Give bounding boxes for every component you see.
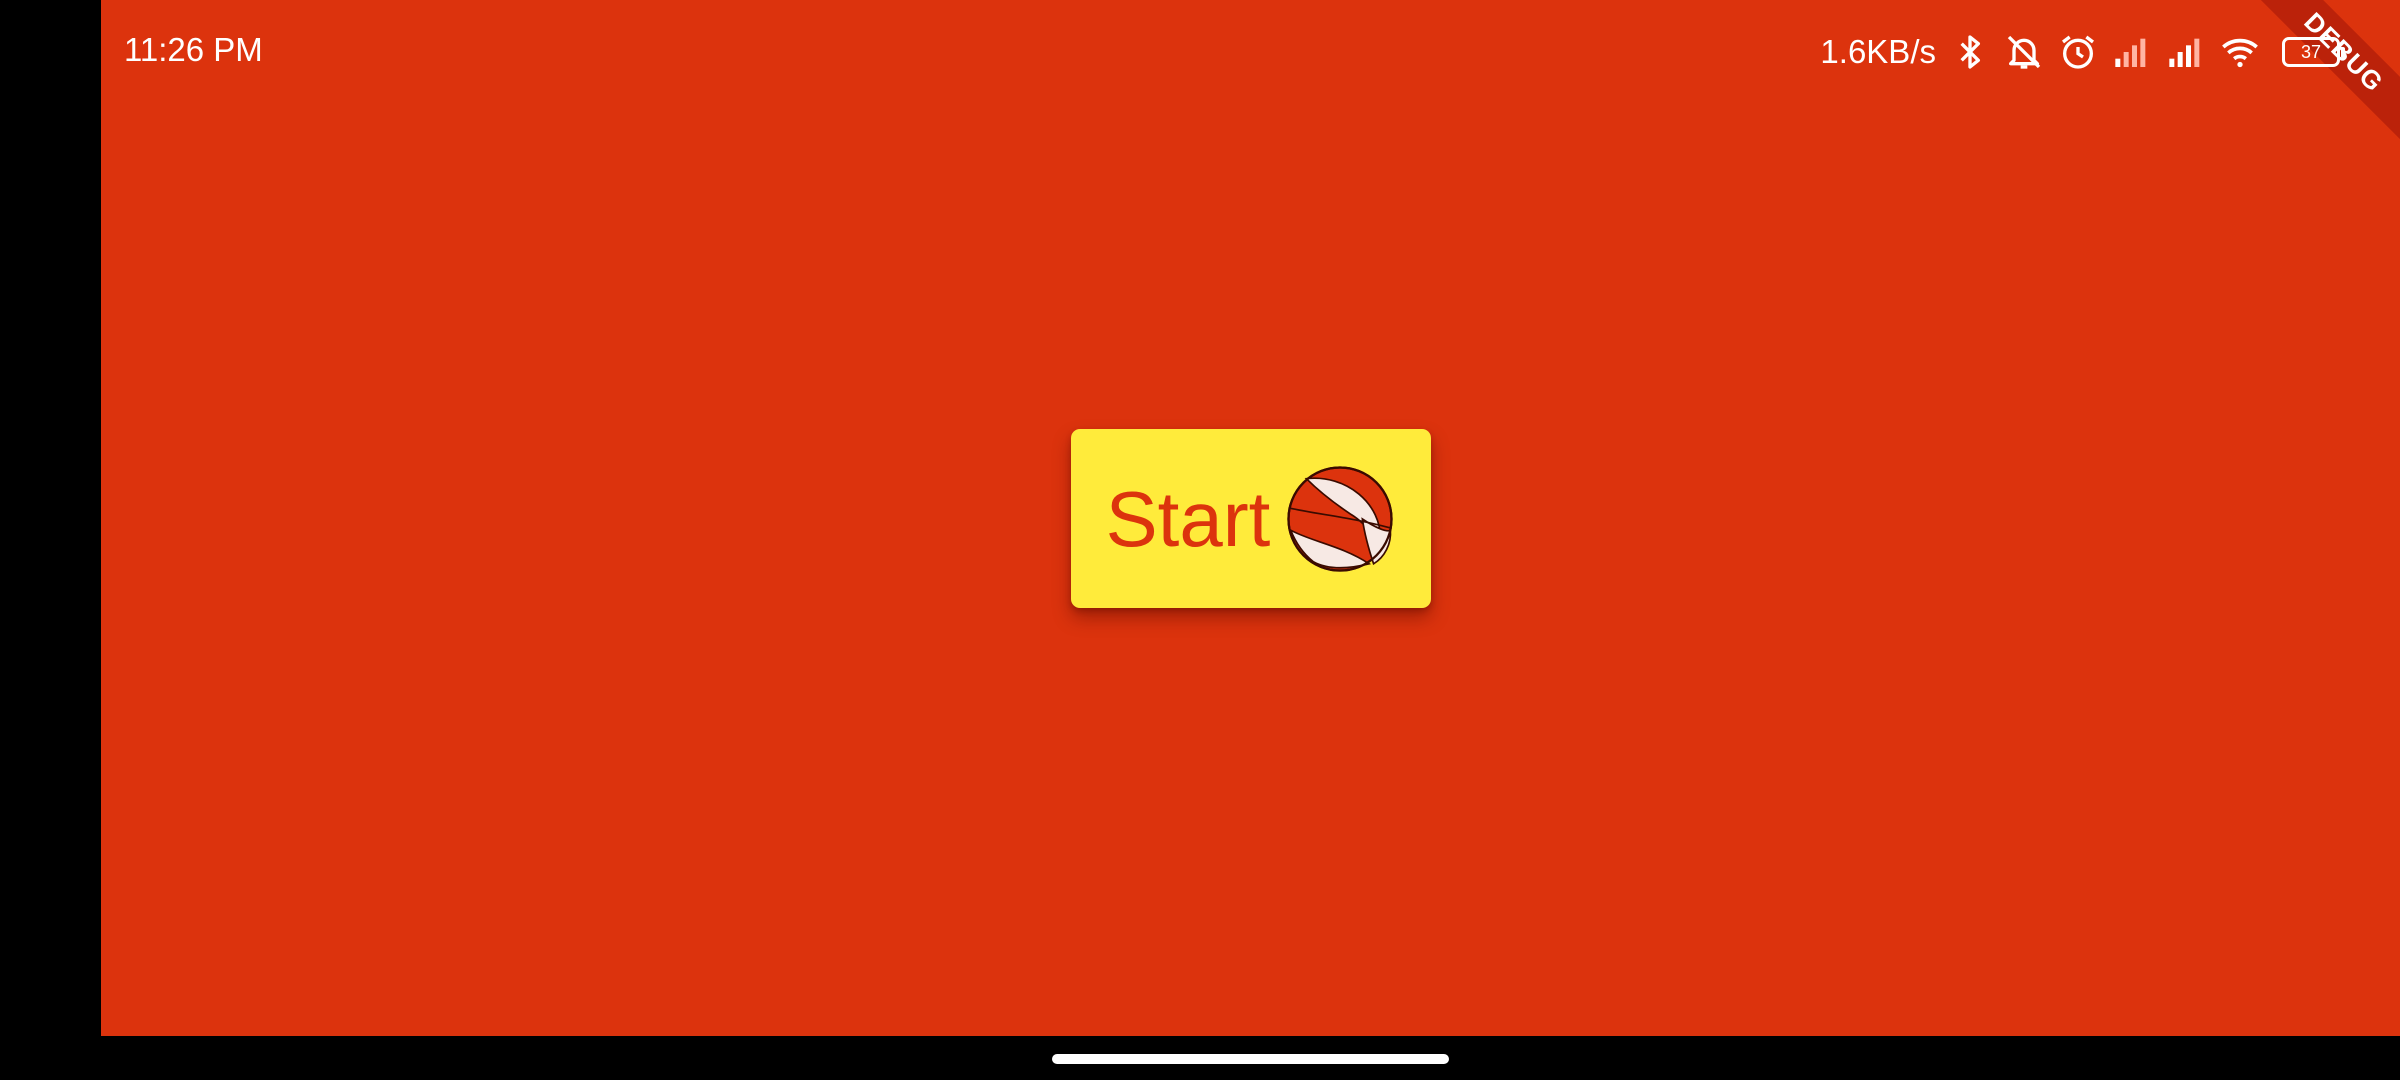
- start-label: Start: [1105, 474, 1271, 563]
- home-indicator[interactable]: [1052, 1054, 1449, 1064]
- wifi-icon: [2220, 32, 2260, 72]
- device-screen: DEBUG 11:26 PM 1.6KB/s 37 Start: [0, 0, 2400, 1080]
- mute-icon: [2004, 32, 2044, 72]
- basketball-icon: [1287, 465, 1393, 572]
- battery-level: 37: [2300, 42, 2322, 62]
- battery-icon: 37: [2282, 37, 2345, 67]
- start-button[interactable]: Start: [1071, 429, 1431, 608]
- signal-icon: [2112, 32, 2152, 72]
- display-cutout: [0, 0, 101, 1080]
- status-icons: 1.6KB/s 37: [1820, 28, 2345, 76]
- signal-icon: [2166, 32, 2206, 72]
- debug-banner: DEBUG: [2236, 0, 2400, 160]
- network-speed: 1.6KB/s: [1820, 33, 1936, 70]
- alarm-icon: [2058, 32, 2098, 72]
- bluetooth-icon: [1950, 32, 1990, 72]
- status-time: 11:26 PM: [124, 31, 263, 68]
